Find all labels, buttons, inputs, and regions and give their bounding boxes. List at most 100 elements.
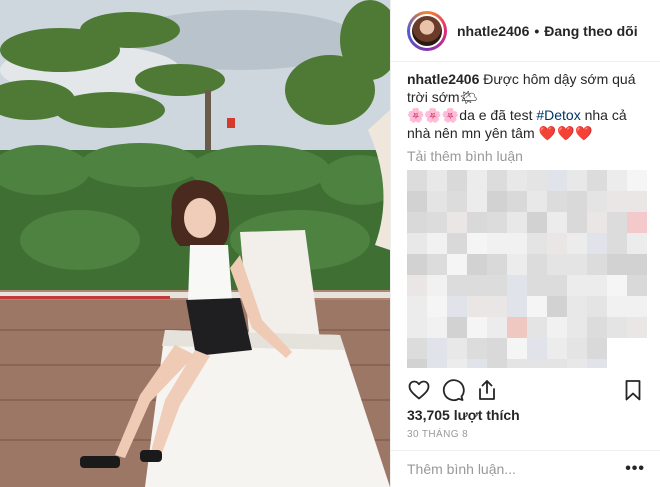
pixel-cell [407,296,427,317]
pixel-cell [527,233,547,254]
pixel-cell [427,338,447,359]
pixel-cell [547,338,567,359]
pixel-cell [587,338,607,359]
pixelated-comments [407,170,647,368]
pixel-cell [447,317,467,338]
pixel-cell [507,233,527,254]
pixel-cell [547,191,567,212]
pixel-cell [407,233,427,254]
pixel-cell [627,338,647,359]
pixel-cell [507,317,527,338]
load-more-comments-link[interactable]: Tải thêm bình luận [407,148,645,164]
post-date[interactable]: 30 THÁNG 8 [407,429,468,440]
pixel-cell [567,359,587,368]
pixel-cell [527,212,547,233]
pixel-cell [427,233,447,254]
header-username[interactable]: nhatle2406 [457,23,529,39]
caption-text-2: da e đã test [459,107,537,123]
pixel-cell [627,359,647,368]
pixel-cell [527,275,547,296]
pixel-cell [607,254,627,275]
pixel-cell [627,254,647,275]
pixel-cell [567,233,587,254]
add-comment-bar: ••• [391,450,660,487]
bookmark-icon[interactable] [621,378,645,402]
pixel-cell [447,296,467,317]
pixel-cell [567,191,587,212]
pixel-cell [467,359,487,368]
pixel-cell [467,338,487,359]
pixel-cell [627,233,647,254]
avatar[interactable] [410,13,444,48]
pixel-cell [427,359,447,368]
post-photo[interactable] [0,0,390,487]
pixel-cell [407,191,427,212]
pixel-cell [487,275,507,296]
pixel-cell [607,338,627,359]
pixel-cell [547,359,567,368]
post-side-panel: nhatle2406 • Đang theo dõi nhatle2406 Đư… [390,0,660,487]
pixel-cell [487,170,507,191]
pixel-cell [407,212,427,233]
avatar-story-ring[interactable] [407,10,447,51]
share-upload-icon[interactable] [475,378,499,402]
pixel-cell [427,191,447,212]
pixel-cell [527,338,547,359]
pixel-cell [487,359,507,368]
comment-input[interactable] [407,461,626,477]
pixel-cell [587,170,607,191]
instagram-post: nhatle2406 • Đang theo dõi nhatle2406 Đư… [0,0,660,487]
heart-outline-icon[interactable] [407,378,431,402]
pixel-cell [407,254,427,275]
flower-emojis: 🌸🌸🌸 [407,107,460,123]
pixel-cell [587,212,607,233]
pixel-cell [447,275,467,296]
pixel-cell [607,317,627,338]
pixel-cell [547,275,567,296]
heart-emojis: ❤️❤️❤️ [538,125,594,141]
pixel-cell [587,254,607,275]
pixel-cell [507,254,527,275]
following-button[interactable]: Đang theo dõi [544,23,637,39]
pixel-cell [467,170,487,191]
caption-username[interactable]: nhatle2406 [407,71,479,87]
pixel-cell [507,338,527,359]
comments-area: nhatle2406 Được hôm dậy sớm quá trời sớm… [391,62,660,368]
pixel-cell [447,254,467,275]
pixel-cell [587,317,607,338]
pixel-cell [407,359,427,368]
pixel-cell [587,233,607,254]
pixel-cell [527,317,547,338]
pixel-cell [567,296,587,317]
header-separator: • [534,22,540,39]
pixel-cell [527,359,547,368]
pixel-cell [527,254,547,275]
pixel-cell [607,359,627,368]
pixel-cell [467,296,487,317]
more-options-icon[interactable]: ••• [625,460,645,478]
hashtag-link[interactable]: #Detox [536,107,580,123]
pixel-cell [547,317,567,338]
pixel-cell [447,191,467,212]
pixel-cell [427,296,447,317]
likes-count[interactable]: 33,705 lượt thích [407,407,520,423]
post-caption: nhatle2406 Được hôm dậy sớm quá trời sớm… [407,70,645,142]
pixel-cell [507,212,527,233]
pixel-cell [447,359,467,368]
post-header: nhatle2406 • Đang theo dõi [391,0,660,62]
speech-bubble-icon[interactable] [441,378,465,402]
pixel-cell [407,275,427,296]
pixel-cell [567,170,587,191]
pixel-cell [587,275,607,296]
pixel-cell [547,170,567,191]
pixel-cell [467,212,487,233]
pixel-cell [427,170,447,191]
pixel-cell [607,296,627,317]
pixel-cell [607,275,627,296]
pixel-cell [567,254,587,275]
pixel-cell [427,212,447,233]
pixel-cell [427,254,447,275]
pixel-cell [487,317,507,338]
pixel-cell [547,254,567,275]
pixel-cell [487,338,507,359]
